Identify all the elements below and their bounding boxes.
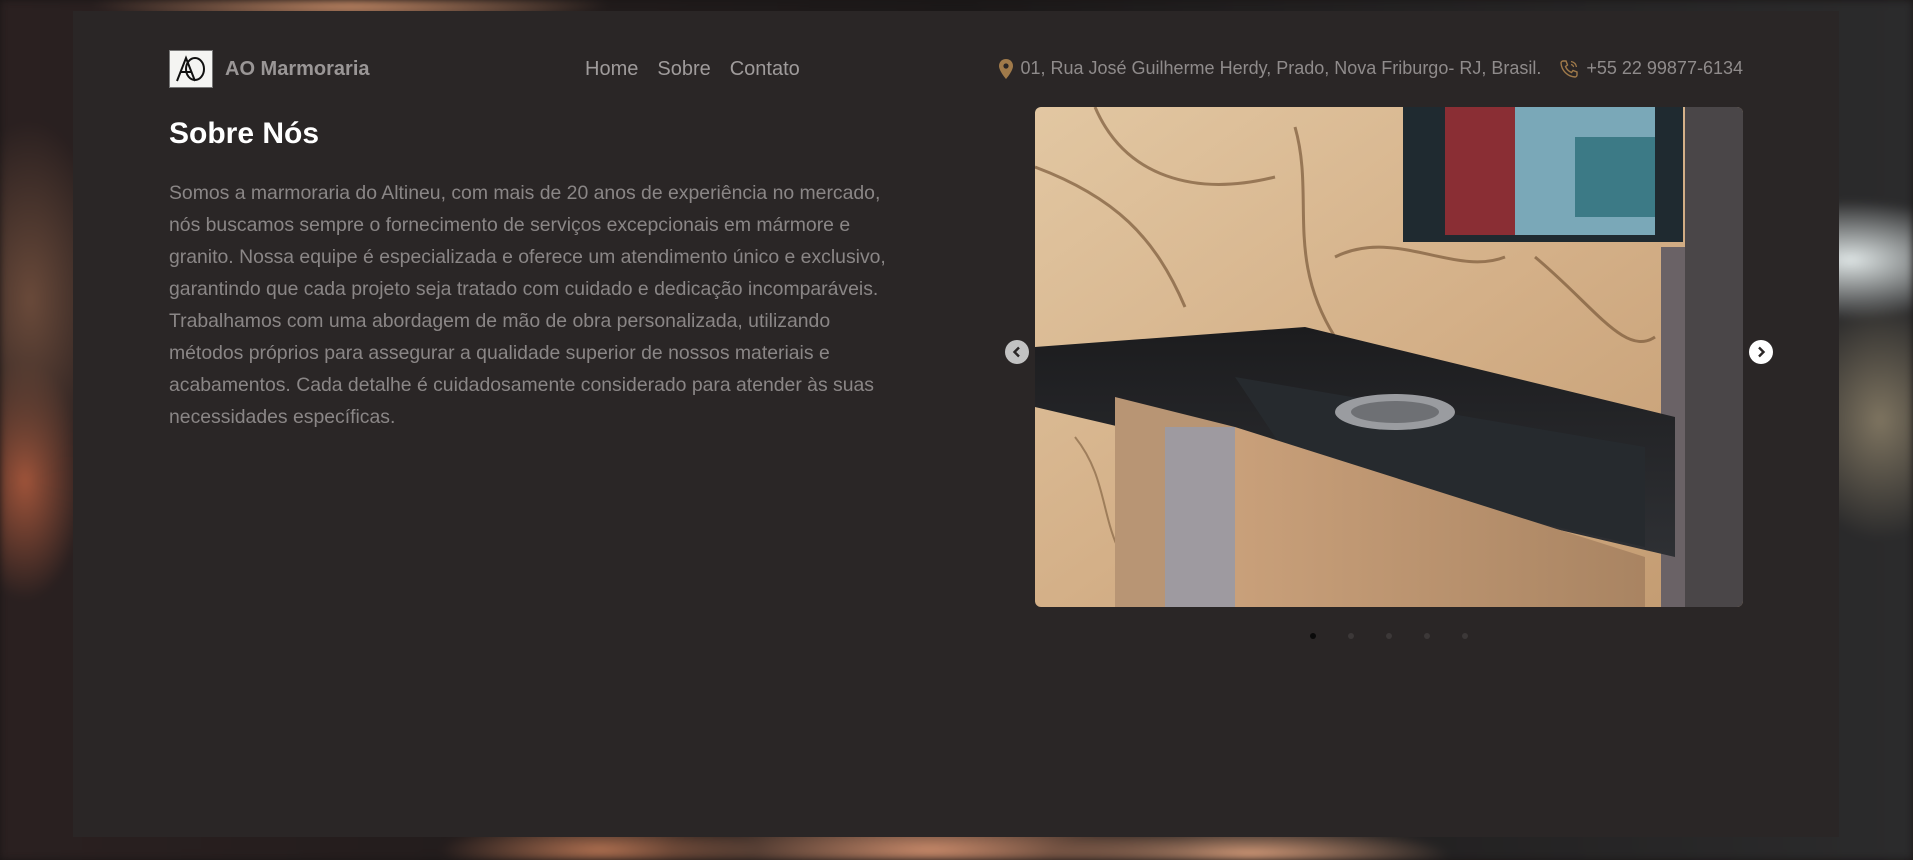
kitchen-countertop-photo (1035, 107, 1743, 607)
chevron-right-icon (1758, 346, 1766, 358)
site-header: AO Marmoraria Home Sobre Contato 01, Rua… (169, 50, 1743, 90)
carousel-dot-1[interactable] (1310, 633, 1316, 639)
carousel-dot-4[interactable] (1424, 633, 1430, 639)
carousel-prev-button[interactable] (1005, 340, 1029, 364)
brand-logo[interactable] (169, 50, 213, 88)
address-item: 01, Rua José Guilherme Herdy, Prado, Nov… (999, 58, 1541, 79)
phone-item[interactable]: +55 22 99877-6134 (1559, 58, 1743, 79)
logo-monogram-icon (176, 55, 205, 82)
location-pin-icon (999, 58, 1014, 79)
main-panel: AO Marmoraria Home Sobre Contato 01, Rua… (73, 11, 1839, 837)
carousel-dot-3[interactable] (1386, 633, 1392, 639)
contact-info: 01, Rua José Guilherme Herdy, Prado, Nov… (999, 58, 1743, 79)
carousel-dot-5[interactable] (1462, 633, 1468, 639)
phone-icon (1560, 59, 1579, 78)
carousel-indicators (1035, 633, 1743, 639)
carousel-next-button[interactable] (1749, 340, 1773, 364)
about-text: Somos a marmoraria do Altineu, com mais … (169, 182, 886, 428)
image-carousel (1005, 107, 1773, 639)
main-nav: Home Sobre Contato (585, 58, 800, 81)
carousel-slide-image (1035, 107, 1743, 607)
phone-text[interactable]: +55 22 99877-6134 (1586, 58, 1743, 79)
brand-name[interactable]: AO Marmoraria (225, 58, 370, 81)
chevron-left-icon (1012, 346, 1020, 358)
nav-sobre-link[interactable]: Sobre (657, 58, 710, 81)
carousel-dot-2[interactable] (1348, 633, 1354, 639)
section-title: Sobre Nós (169, 117, 320, 150)
brand[interactable]: AO Marmoraria (169, 50, 370, 88)
nav-contato-link[interactable]: Contato (730, 58, 800, 81)
address-text: 01, Rua José Guilherme Herdy, Prado, Nov… (1020, 58, 1542, 78)
nav-home-link[interactable]: Home (585, 58, 638, 81)
